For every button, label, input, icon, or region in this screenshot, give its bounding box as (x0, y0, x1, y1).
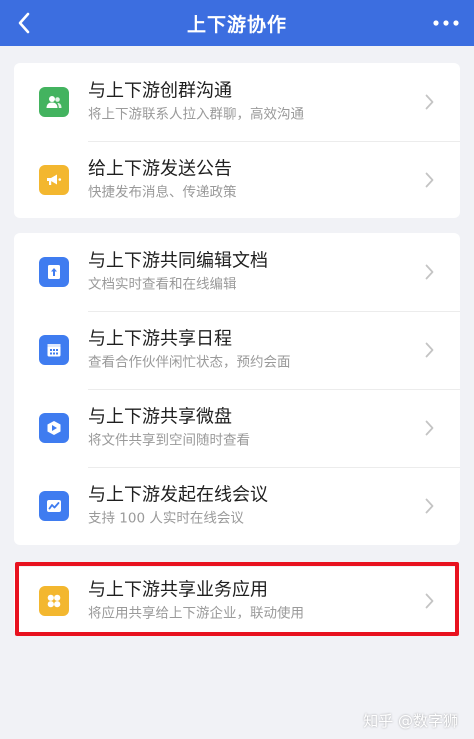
collaboration-group-1: 与上下游创群沟通 将上下游联系人拉入群聊，高效沟通 给上下游发送公告 快捷发布消… (14, 63, 460, 218)
collaboration-group-2: 与上下游共同编辑文档 文档实时查看和在线编辑 与上下游共享日程 查看合作伙伴闲忙… (14, 233, 460, 545)
apps-icon (39, 585, 69, 616)
item-subtitle: 将文件共享到空间随时查看 (88, 432, 250, 449)
chevron-right-icon (425, 342, 434, 358)
list-item-online-meeting[interactable]: 与上下游发起在线会议 支持 100 人实时在线会议 (14, 467, 460, 545)
collaboration-group-3: 与上下游共享业务应用 将应用共享给上下游企业，联动使用 (14, 567, 460, 634)
meeting-icon (39, 491, 69, 521)
list-item-share-drive[interactable]: 与上下游共享微盘 将文件共享到空间随时查看 (14, 389, 460, 467)
item-title: 与上下游共享日程 (88, 328, 232, 350)
list-item-create-group[interactable]: 与上下游创群沟通 将上下游联系人拉入群聊，高效沟通 (14, 63, 460, 141)
item-subtitle: 支持 100 人实时在线会议 (88, 510, 244, 527)
watermark-text: 知乎 @数字狮 (363, 712, 458, 730)
group-chat-icon (39, 87, 69, 117)
list-item-share-business-apps[interactable]: 与上下游共享业务应用 将应用共享给上下游企业，联动使用 (14, 567, 460, 634)
back-button[interactable] (6, 0, 42, 46)
page-title: 上下游协作 (186, 13, 287, 36)
chevron-right-icon (425, 264, 434, 280)
document-icon (39, 257, 69, 287)
chevron-right-icon (425, 593, 434, 608)
more-dots-icon (433, 20, 459, 26)
item-subtitle: 文档实时查看和在线编辑 (88, 276, 237, 293)
item-subtitle: 将应用共享给上下游企业，联动使用 (88, 605, 304, 621)
list-item-co-edit-document[interactable]: 与上下游共同编辑文档 文档实时查看和在线编辑 (14, 233, 460, 311)
cloud-drive-icon (39, 413, 69, 443)
item-title: 与上下游共同编辑文档 (88, 250, 268, 272)
announcement-icon (39, 164, 69, 195)
item-subtitle: 查看合作伙伴闲忙状态，预约会面 (88, 354, 291, 371)
item-title: 给上下游发送公告 (88, 158, 232, 179)
calendar-icon (39, 335, 69, 365)
list-item-share-schedule[interactable]: 与上下游共享日程 查看合作伙伴闲忙状态，预约会面 (14, 311, 460, 389)
chevron-right-icon (425, 172, 434, 187)
item-title: 与上下游创群沟通 (88, 80, 232, 102)
item-title: 与上下游共享业务应用 (88, 579, 268, 600)
chevron-right-icon (425, 94, 434, 110)
list-item-send-announcement[interactable]: 给上下游发送公告 快捷发布消息、传递政策 (14, 141, 460, 218)
chevron-right-icon (425, 420, 434, 436)
item-subtitle: 快捷发布消息、传递政策 (88, 184, 237, 200)
chevron-left-icon (18, 12, 30, 34)
item-title: 与上下游发起在线会议 (88, 484, 268, 506)
top-nav-bar: 上下游协作 (0, 0, 474, 46)
item-title: 与上下游共享微盘 (88, 406, 232, 428)
item-subtitle: 将上下游联系人拉入群聊，高效沟通 (88, 106, 304, 123)
chevron-right-icon (425, 498, 434, 514)
more-button[interactable] (426, 0, 466, 46)
watermark: 知乎 @数字狮 (363, 710, 458, 731)
